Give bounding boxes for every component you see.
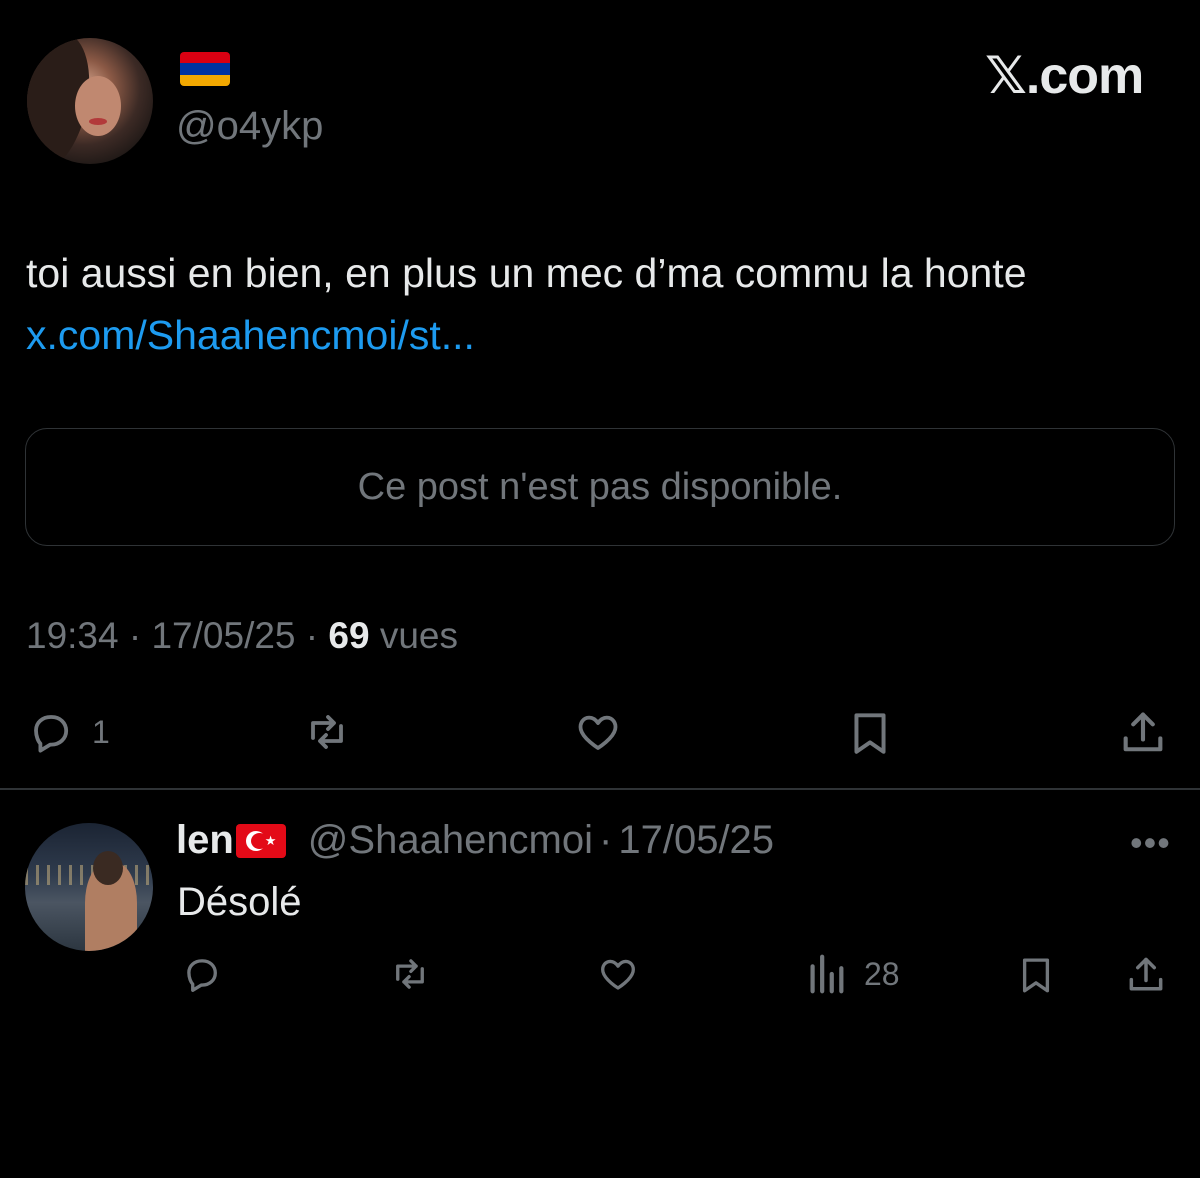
share-icon [1123,712,1163,752]
like-button[interactable] [571,708,625,756]
repost-button[interactable] [298,708,356,756]
meta-separator: · [305,615,319,656]
reply-button[interactable]: 1 [24,708,110,756]
reply-author-name[interactable]: len [176,818,234,863]
reply-repost-button[interactable] [385,953,435,995]
reply-bookmark-button[interactable] [1015,951,1057,999]
like-icon [578,715,618,750]
reply-header: len ★ @Shaahencmoi · 17/05/25 [176,818,774,863]
author-handle[interactable]: @o4ykp [176,104,323,149]
post-metadata: 19:34 · 17/05/25 · 69 vues [26,615,458,657]
reply-date[interactable]: 17/05/25 [618,818,774,863]
views-label: vues [379,615,458,656]
author-avatar[interactable] [27,38,153,164]
armenia-flag-icon [180,52,230,86]
views-count: 69 [328,615,370,656]
thread-divider [0,788,1200,790]
post-date[interactable]: 17/05/25 [151,615,295,656]
reply-icon [34,715,69,753]
post-time[interactable]: 19:34 [26,615,119,656]
reply-author-handle[interactable]: @Shaahencmoi [308,818,593,863]
reply-count: 1 [92,713,110,750]
reply-like-button[interactable] [595,953,641,995]
turkey-flag-icon: ★ [235,823,286,858]
repost-icon [311,715,343,749]
bookmark-icon [1022,958,1050,993]
post-link[interactable]: x.com/Shaahencmoi/st... [26,312,475,358]
reply-views-button[interactable]: 28 [806,951,900,997]
x-brand-logo: 𝕏.com [985,47,1144,105]
post-text: toi aussi en bien, en plus un mec d’ma c… [26,242,1156,366]
quoted-post-unavailable: Ce post n'est pas disponible. [25,428,1175,546]
reply-share-button[interactable] [1124,951,1168,999]
reply-separator: · [599,818,613,862]
reply-icon [187,959,217,992]
share-icon [1129,957,1163,991]
reply-views-count: 28 [864,955,900,992]
views-chart-icon [810,954,844,994]
like-icon [601,959,635,990]
bookmark-button[interactable] [845,706,895,760]
reply-author-avatar[interactable] [25,823,153,951]
more-options-icon[interactable]: ••• [1130,822,1171,864]
unavailable-message: Ce post n'est pas disponible. [357,465,843,508]
repost-icon [396,959,424,989]
share-button[interactable] [1117,706,1169,760]
reply-text: Désolé [177,880,302,924]
meta-separator: · [128,615,142,656]
reply-reply-button[interactable] [179,953,225,995]
bookmark-icon [854,713,886,754]
post-body: toi aussi en bien, en plus un mec d’ma c… [26,250,1027,296]
